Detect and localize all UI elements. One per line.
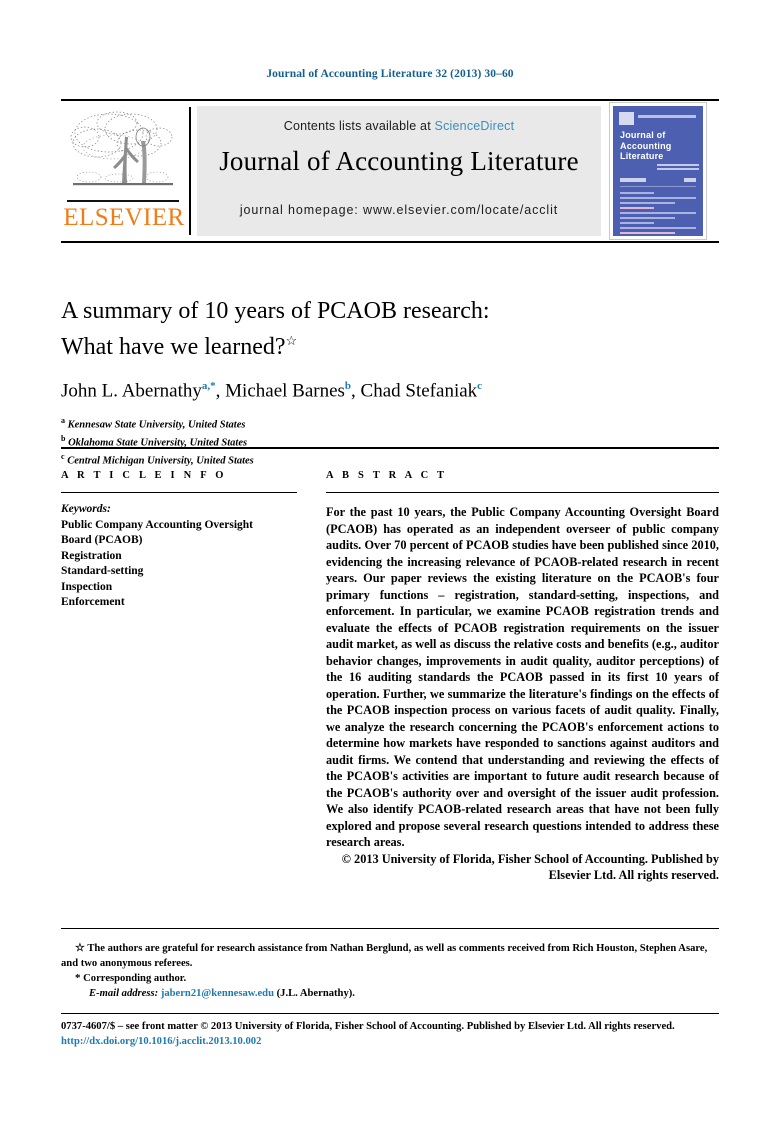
- elsevier-logo-rule: [67, 200, 179, 202]
- keyword-item: Registration: [61, 549, 122, 562]
- footnote-star-marker: ☆: [75, 942, 85, 954]
- keyword-item: Inspection: [61, 580, 113, 593]
- cover-top-rule: [638, 115, 696, 118]
- title-line-1: A summary of 10 years of PCAOB research:: [61, 298, 490, 324]
- cover-volume-row: [620, 178, 696, 182]
- author-affil-marker[interactable]: c: [477, 380, 482, 392]
- section-top-rule: [61, 447, 719, 449]
- keyword-item: Standard-setting: [61, 565, 144, 578]
- footnote-acknowledgement: ☆ The authors are grateful for research …: [61, 941, 719, 971]
- title-block: A summary of 10 years of PCAOB research:…: [61, 296, 719, 468]
- header-bottom-rule: [61, 241, 719, 243]
- keywords-label: Keywords:: [61, 503, 111, 516]
- affiliation-text: Kennesaw State University, United States: [67, 419, 246, 431]
- journal-homepage[interactable]: journal homepage: www.elsevier.com/locat…: [197, 203, 601, 217]
- keyword-item: Enforcement: [61, 596, 125, 609]
- author-affil-marker[interactable]: a,*: [202, 380, 216, 392]
- contents-line: Contents lists available at ScienceDirec…: [197, 119, 601, 133]
- email-label: E-mail address:: [89, 987, 159, 999]
- email-link[interactable]: jabern21@kennesaw.edu: [161, 988, 274, 999]
- author-name: Michael Barnes: [225, 380, 345, 402]
- cover-art: Journal of Accounting Literature: [613, 106, 703, 236]
- affiliation-text: Central Michigan University, United Stat…: [67, 455, 254, 467]
- frontmatter-rule: [61, 1013, 719, 1015]
- author-list: John L. Abernathya,*, Michael Barnesb, C…: [61, 380, 483, 402]
- affiliation-marker: c: [61, 452, 65, 462]
- cover-badge-icon: [619, 112, 634, 125]
- footnote-corresponding-text: Corresponding author.: [83, 973, 187, 984]
- sciencedirect-link[interactable]: ScienceDirect: [435, 119, 515, 133]
- doi-link[interactable]: http://dx.doi.org/10.1016/j.acclit.2013.…: [61, 1034, 719, 1049]
- email-owner: (J.L. Abernathy).: [276, 987, 355, 999]
- title-footnote-marker[interactable]: ☆: [286, 333, 298, 348]
- keyword-item: Board (PCAOB): [61, 534, 143, 547]
- cover-separator: [620, 186, 696, 187]
- article-info-rule: [61, 492, 297, 494]
- header-top-rule: [61, 99, 719, 101]
- running-head: Journal of Accounting Literature 32 (201…: [266, 68, 514, 80]
- affiliation-marker: a: [61, 416, 65, 426]
- journal-header-band: ELSEVIER Contents lists available at Sci…: [61, 99, 719, 243]
- footnote-corresponding: * Corresponding author.: [61, 971, 719, 987]
- footnote-rule: [61, 928, 719, 930]
- article-info-heading: A R T I C L E I N F O: [61, 470, 227, 481]
- keywords-list: Public Company Accounting Oversight Boar…: [61, 518, 297, 611]
- journal-cover-thumbnail[interactable]: Journal of Accounting Literature: [609, 102, 707, 240]
- cover-journal-title: Journal of Accounting Literature: [620, 130, 672, 161]
- article-info-column: A R T I C L E I N F O Keywords: Public C…: [61, 470, 297, 611]
- title-line-2: What have we learned?: [61, 334, 286, 360]
- elsevier-tree-icon: [69, 107, 177, 199]
- header-vertical-divider: [189, 107, 191, 235]
- page-title: A summary of 10 years of PCAOB research:…: [61, 296, 719, 362]
- footnote-asterisk-marker: *: [75, 972, 81, 984]
- affiliation-item: c Central Michigan University, United St…: [61, 450, 719, 468]
- journal-title: Journal of Accounting Literature: [219, 146, 579, 176]
- journal-article-first-page: Journal of Accounting Literature 32 (201…: [0, 0, 780, 1134]
- abstract-heading: A B S T R A C T: [326, 470, 448, 481]
- abstract-rule: [326, 492, 719, 494]
- contents-prefix: Contents lists available at: [283, 119, 435, 133]
- cover-meta-lines: [657, 164, 699, 173]
- frontmatter-block: 0737-4607/$ – see front matter © 2013 Un…: [61, 1019, 719, 1049]
- author-name: John L. Abernathy: [61, 380, 202, 402]
- abstract-body: For the past 10 years, the Public Compan…: [326, 505, 719, 850]
- frontmatter-line: 0737-4607/$ – see front matter © 2013 Un…: [61, 1021, 675, 1032]
- footnotes-block: ☆ The authors are grateful for research …: [61, 941, 719, 1001]
- footnote-acknowledgement-text: The authors are grateful for research as…: [61, 943, 708, 969]
- journal-banner: Contents lists available at ScienceDirec…: [197, 106, 601, 236]
- cover-contents-lines: [620, 192, 696, 236]
- abstract-column: A B S T R A C T For the past 10 years, t…: [326, 470, 719, 884]
- keyword-item: Public Company Accounting Oversight: [61, 518, 254, 531]
- abstract-copyright: © 2013 University of Florida, Fisher Sch…: [341, 851, 719, 883]
- elsevier-wordmark: ELSEVIER: [63, 204, 185, 231]
- footnote-email-line: E-mail address: jabern21@kennesaw.edu (J…: [61, 987, 719, 1002]
- affiliation-marker: b: [61, 434, 66, 444]
- author-name: Chad Stefaniak: [360, 380, 478, 402]
- author-affil-marker[interactable]: b: [345, 380, 351, 392]
- affiliation-item: a Kennesaw State University, United Stat…: [61, 414, 719, 432]
- elsevier-logo: ELSEVIER: [63, 105, 185, 239]
- affiliation-list: a Kennesaw State University, United Stat…: [61, 414, 719, 468]
